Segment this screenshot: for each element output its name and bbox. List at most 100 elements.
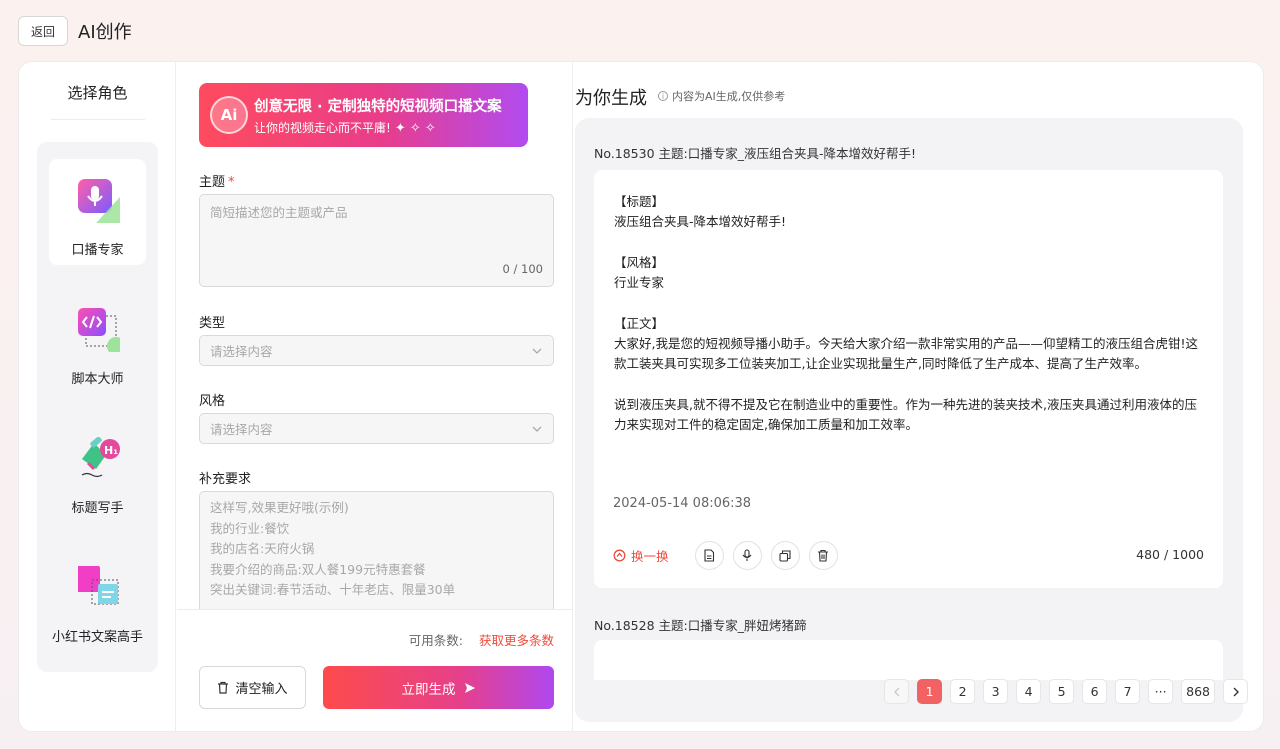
copy-button[interactable] bbox=[770, 541, 800, 570]
form-footer-divider bbox=[177, 609, 573, 610]
content-fade bbox=[614, 442, 1204, 482]
document-button[interactable] bbox=[694, 541, 724, 570]
role-selector-title: 选择角色 bbox=[67, 84, 128, 102]
role-item-xiaohongshu-copywriter[interactable]: 小红书文案高手 bbox=[49, 546, 146, 652]
word-count: 480 / 1000 bbox=[1136, 547, 1204, 562]
style-select[interactable]: 请选择内容 bbox=[199, 413, 554, 444]
role-selector: 选择角色 口播专家 脚本大师 H₁ 标题写手 小红书文案高手 bbox=[19, 62, 176, 731]
topic-label-text: 主题 bbox=[199, 175, 226, 190]
voice-button[interactable] bbox=[732, 541, 762, 570]
page-button[interactable]: 3 bbox=[983, 679, 1009, 704]
record-card: 【标题】 液压组合夹具-降本增效好帮手! 【风格】 行业专家 【正文】 大家好,… bbox=[594, 170, 1223, 588]
quota-row: 可用条数: 获取更多条数 bbox=[176, 630, 572, 649]
content-line: 【标题】 bbox=[614, 194, 665, 209]
content-line: 【正文】 bbox=[614, 315, 665, 331]
example-line: 这样写,效果更好哦(示例) bbox=[210, 500, 349, 515]
promo-banner: Ai 创意无限 · 定制独特的短视频口播文案 让你的视频走心而不平庸! ✦ ✧ ✧ bbox=[199, 83, 528, 147]
page-button[interactable]: 1 bbox=[917, 679, 943, 704]
result-title: 为你生成 bbox=[575, 88, 647, 109]
example-line: 突出关键词:春节活动、十年老店、限量30单 bbox=[210, 582, 456, 597]
content-line: 说到液压夹具,就不得不提及它在制造业中的重要性。作为一种先进的装夹技术,液压夹具… bbox=[614, 396, 1197, 433]
code-script-icon bbox=[78, 308, 120, 352]
style-label: 风格 bbox=[199, 394, 226, 409]
clear-input-label: 清空输入 bbox=[235, 682, 288, 697]
input-form: Ai 创意无限 · 定制独特的短视频口播文案 让你的视频走心而不平庸! ✦ ✧ ✧… bbox=[177, 62, 573, 731]
page-button[interactable]: 6 bbox=[1082, 679, 1108, 704]
example-line: 我的店名:天府火锅 bbox=[210, 541, 315, 556]
result-list[interactable]: No.18530 主题:口播专家_液压组合夹具-降本增效好帮手! 【标题】 液压… bbox=[575, 118, 1243, 722]
topic-input[interactable]: 简短描述您的主题或产品 0 / 100 bbox=[199, 194, 554, 287]
chevron-left-icon bbox=[893, 687, 900, 696]
role-label: 标题写手 bbox=[71, 501, 124, 516]
role-label: 小红书文案高手 bbox=[51, 630, 143, 645]
top-bar: 返回 AI创作 bbox=[18, 16, 132, 46]
result-section: 为你生成 i 内容为AI生成,仅供参考 No.18530 主题:口播专家_液压组… bbox=[574, 62, 1263, 731]
topic-char-counter: 0 / 100 bbox=[502, 261, 543, 276]
regenerate-label: 换一换 bbox=[631, 549, 669, 564]
quota-label: 可用条数: bbox=[408, 633, 463, 648]
record-timestamp: 2024-05-14 08:06:38 bbox=[613, 496, 752, 511]
type-select[interactable]: 请选择内容 bbox=[199, 335, 554, 366]
regenerate-button[interactable]: 换一换 bbox=[613, 546, 669, 565]
page-button[interactable]: 7 bbox=[1115, 679, 1141, 704]
back-button[interactable]: 返回 bbox=[18, 16, 68, 46]
generated-content[interactable]: 【标题】 液压组合夹具-降本增效好帮手! 【风格】 行业专家 【正文】 大家好,… bbox=[614, 192, 1204, 482]
microphone-icon bbox=[742, 549, 752, 561]
extra-requirements-input[interactable]: 这样写,效果更好哦(示例) 我的行业:餐饮 我的店名:天府火锅 我要介绍的商品:… bbox=[199, 491, 554, 609]
chevron-down-icon bbox=[532, 426, 542, 432]
record-actions: 换一换 bbox=[613, 541, 847, 570]
page-button[interactable]: 868 bbox=[1181, 679, 1215, 704]
prev-page-button[interactable] bbox=[884, 679, 910, 704]
required-mark: * bbox=[228, 175, 235, 190]
chevron-down-icon bbox=[532, 348, 542, 354]
chevron-right-icon bbox=[1233, 687, 1239, 696]
next-page-button[interactable] bbox=[1223, 679, 1248, 704]
type-label: 类型 bbox=[199, 316, 226, 331]
microphone-icon bbox=[78, 179, 120, 223]
extra-requirements-label: 补充要求 bbox=[199, 472, 252, 487]
svg-text:H₁: H₁ bbox=[104, 444, 118, 457]
role-item-voiceover-expert[interactable]: 口播专家 bbox=[49, 159, 146, 265]
record-card bbox=[594, 640, 1223, 680]
ai-disclaimer: i 内容为AI生成,仅供参考 bbox=[658, 88, 785, 104]
page-button[interactable]: 5 bbox=[1049, 679, 1075, 704]
content-line: 大家好,我是您的短视频导播小助手。今天给大家介绍一款非常实用的产品——仰望精工的… bbox=[614, 336, 1198, 372]
send-icon bbox=[464, 682, 475, 693]
info-icon: i bbox=[658, 91, 668, 101]
title-divider bbox=[51, 119, 145, 120]
clear-input-button[interactable]: 清空输入 bbox=[199, 666, 306, 709]
delete-button[interactable] bbox=[808, 541, 838, 570]
example-line: 我的行业:餐饮 bbox=[210, 520, 290, 536]
get-more-quota-link[interactable]: 获取更多条数 bbox=[479, 633, 554, 648]
trash-icon bbox=[218, 681, 229, 694]
banner-title: 创意无限 · 定制独特的短视频口播文案 bbox=[254, 99, 502, 115]
note-copy-icon bbox=[78, 566, 119, 605]
role-item-script-master[interactable]: 脚本大师 bbox=[49, 288, 146, 394]
generate-button[interactable]: 立即生成 bbox=[323, 666, 554, 709]
page-title: AI创作 bbox=[78, 22, 132, 43]
generate-label: 立即生成 bbox=[401, 681, 456, 698]
banner-subtitle: 让你的视频走心而不平庸! ✦ ✧ ✧ bbox=[254, 119, 436, 136]
pen-heading-icon: H₁ bbox=[81, 437, 120, 478]
topic-label: 主题 * bbox=[199, 171, 235, 190]
topic-placeholder: 简短描述您的主题或产品 bbox=[210, 205, 348, 220]
content-line: 【风格】 bbox=[614, 254, 665, 270]
role-item-headline-writer[interactable]: H₁ 标题写手 bbox=[49, 417, 146, 523]
style-placeholder: 请选择内容 bbox=[210, 422, 273, 437]
page-button[interactable]: 4 bbox=[1016, 679, 1042, 704]
main-card: 选择角色 口播专家 脚本大师 H₁ 标题写手 小红书文案高手 Ai 创意无限 ·… bbox=[18, 61, 1264, 732]
trash-icon bbox=[818, 549, 829, 562]
role-label: 口播专家 bbox=[71, 243, 124, 258]
content-line: 液压组合夹具-降本增效好帮手! bbox=[614, 214, 787, 230]
content-line: 行业专家 bbox=[614, 275, 665, 291]
document-icon bbox=[704, 549, 715, 562]
sparkle-icon: ✦ ✧ ✧ bbox=[394, 121, 436, 136]
ai-disclaimer-text: 内容为AI生成,仅供参考 bbox=[672, 90, 786, 103]
page-ellipsis[interactable]: ··· bbox=[1148, 679, 1174, 704]
record-header: No.18528 主题:口播专家_胖妞烤猪蹄 bbox=[594, 618, 807, 633]
page-button[interactable]: 2 bbox=[950, 679, 976, 704]
example-line: 我要介绍的商品:双人餐199元特惠套餐 bbox=[210, 561, 426, 577]
role-label: 脚本大师 bbox=[71, 372, 124, 387]
